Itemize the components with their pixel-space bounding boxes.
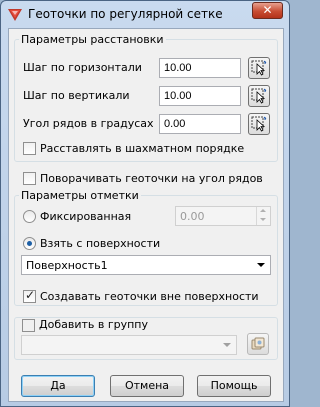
cancel-button[interactable]: Отмена — [110, 375, 184, 397]
surface-select[interactable]: Поверхность1 — [21, 255, 271, 275]
from-surface-label: Взять с поверхности — [40, 237, 161, 250]
row-angle-pick-button[interactable] — [248, 113, 270, 135]
close-icon: ✕ — [262, 3, 273, 17]
surface-selected-value: Поверхность1 — [26, 259, 108, 272]
pick-from-drawing-icon — [251, 88, 267, 104]
dialog-client: Параметры расстановки Шаг по горизонтали… — [8, 28, 284, 402]
horizontal-step-input[interactable] — [159, 58, 241, 78]
vertical-step-label: Шаг по вертикали — [23, 89, 130, 102]
pick-from-drawing-icon — [251, 116, 267, 132]
row-angle-input[interactable] — [159, 114, 241, 134]
checker-label: Расставлять в шахматном порядке — [40, 142, 245, 155]
chevron-down-icon — [257, 263, 265, 267]
spin-down-icon — [256, 216, 270, 225]
create-outside-label: Создавать геоточки вне поверхности — [40, 290, 259, 303]
fixed-label: Фиксированная — [40, 210, 132, 223]
title-bar[interactable]: Геоточки по регулярной сетке ✕ — [1, 1, 289, 27]
rotate-checkbox[interactable] — [23, 172, 36, 185]
fixed-value: 0.00 — [180, 210, 205, 223]
pick-group-icon — [251, 337, 265, 350]
fixed-radio[interactable] — [23, 210, 36, 223]
checker-checkbox[interactable] — [23, 142, 36, 155]
horizontal-step-pick-button[interactable] — [248, 57, 270, 79]
group-select — [21, 335, 237, 355]
pick-from-drawing-icon — [251, 60, 267, 76]
add-to-group-label: Добавить в группу — [39, 318, 152, 331]
row-angle-label: Угол рядов в градусах — [23, 117, 154, 130]
vertical-step-pick-button[interactable] — [248, 85, 270, 107]
help-button[interactable]: Помощь — [197, 375, 271, 397]
app-icon — [7, 6, 23, 22]
spin-up-icon — [256, 207, 270, 216]
rotate-label: Поворачивать геоточки на угол рядов — [40, 172, 263, 185]
fixed-value-spinner: 0.00 — [175, 206, 271, 226]
marks-group-title: Параметры отметки — [21, 189, 139, 202]
add-to-group-checkbox[interactable] — [22, 319, 35, 332]
vertical-step-input[interactable] — [159, 86, 241, 106]
group-pick-button — [247, 333, 269, 355]
from-surface-radio[interactable] — [23, 237, 36, 250]
ok-button[interactable]: Да — [21, 375, 95, 397]
placement-group-title: Параметры расстановки — [21, 33, 164, 46]
dialog-window: Геоточки по регулярной сетке ✕ Параметры… — [0, 0, 290, 407]
chevron-down-icon — [223, 343, 231, 347]
window-title: Геоточки по регулярной сетке — [28, 7, 223, 21]
close-button[interactable]: ✕ — [252, 2, 283, 19]
create-outside-checkbox[interactable] — [23, 288, 36, 303]
horizontal-step-label: Шаг по горизонтали — [23, 61, 142, 74]
